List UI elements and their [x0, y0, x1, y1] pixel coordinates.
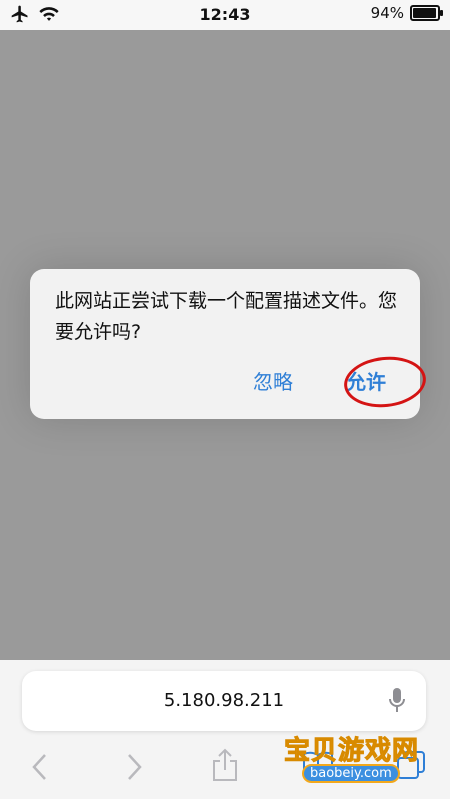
alert-message: 此网站正尝试下载一个配置描述文件。您要允许吗?: [55, 290, 398, 343]
forward-icon[interactable]: [124, 752, 144, 786]
battery-icon: [410, 5, 443, 21]
share-icon[interactable]: [210, 748, 240, 786]
address-bar[interactable]: 5.180.98.211: [22, 671, 426, 731]
watermark-domain: baobeiy.com: [302, 764, 400, 783]
highlight-circle-annotation: [341, 352, 429, 412]
microphone-icon[interactable]: [388, 687, 406, 719]
battery-fill: [413, 8, 436, 18]
ignore-button[interactable]: 忽略: [253, 366, 293, 395]
screen: 12:43 94% 此网站正尝试下载一个配置描述文件。您要允许吗? 忽略 允许 …: [0, 0, 450, 799]
profile-download-alert: 此网站正尝试下载一个配置描述文件。您要允许吗? 忽略 允许: [30, 269, 429, 419]
watermark-title: 宝贝游戏网: [283, 736, 420, 767]
status-bar: 12:43 94%: [0, 0, 450, 30]
address-text: 5.180.98.211: [163, 690, 285, 711]
back-icon[interactable]: [30, 752, 50, 786]
battery-percent: 94%: [370, 4, 404, 22]
status-right: 94%: [370, 4, 443, 22]
watermark-logo: 宝贝游戏网 baobeiy.com: [276, 730, 426, 792]
